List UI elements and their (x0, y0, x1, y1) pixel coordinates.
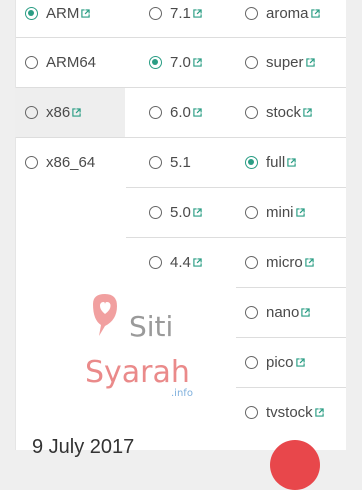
option-label: mini (266, 204, 294, 221)
option-variant-nano[interactable]: nano (245, 288, 345, 337)
radio-selected-icon[interactable] (245, 156, 258, 169)
radio-icon[interactable] (245, 206, 258, 219)
external-link-icon[interactable] (193, 58, 202, 67)
option-android-5-1[interactable]: 5.1 (149, 138, 235, 187)
floating-action-button[interactable] (270, 440, 320, 490)
option-label: 4.4 (170, 254, 191, 271)
card-edge (15, 0, 16, 450)
option-android-7-0[interactable]: 7.0 (149, 38, 235, 87)
option-label: micro (266, 254, 303, 271)
svg-text:Syarah: Syarah (85, 355, 190, 390)
option-label: 7.0 (170, 54, 191, 71)
external-link-icon[interactable] (310, 9, 320, 18)
option-label: nano (266, 304, 300, 321)
external-link-icon[interactable] (287, 158, 296, 167)
external-link-icon[interactable] (193, 108, 202, 117)
post-date: 9 July 2017 (32, 436, 135, 458)
radio-icon[interactable] (245, 7, 258, 20)
radio-icon[interactable] (245, 356, 258, 369)
radio-icon[interactable] (245, 106, 258, 119)
radio-selected-icon[interactable] (25, 7, 38, 20)
radio-icon[interactable] (245, 406, 258, 419)
option-label: super (266, 54, 304, 71)
option-arch-x86-64[interactable]: x86_64 (25, 138, 125, 187)
option-android-4-4[interactable]: 4.4 (149, 238, 235, 287)
external-link-icon[interactable] (304, 258, 314, 267)
option-label: aroma (266, 5, 309, 22)
option-label: 5.1 (170, 154, 191, 171)
option-label: pico (266, 354, 294, 371)
radio-icon[interactable] (245, 306, 258, 319)
option-android-6-0[interactable]: 6.0 (149, 88, 235, 137)
external-link-icon[interactable] (295, 358, 305, 367)
option-label: ARM (46, 5, 80, 22)
option-label: 5.0 (170, 204, 191, 221)
radio-icon[interactable] (149, 106, 162, 119)
svg-text:.info: .info (171, 388, 193, 399)
radio-icon[interactable] (25, 106, 38, 119)
watermark-logo: Siti Syarah .info (85, 294, 193, 399)
radio-icon[interactable] (245, 56, 258, 69)
radio-icon[interactable] (25, 56, 38, 69)
option-label: stock (266, 104, 302, 121)
radio-icon[interactable] (149, 256, 162, 269)
radio-icon[interactable] (149, 156, 162, 169)
option-label: 7.1 (170, 5, 191, 22)
option-label: full (266, 154, 286, 171)
options-card: ARM ARM64 x86 x86_64 7.1 7.0 6.0 5.1 5.0 (15, 0, 346, 490)
option-variant-tvstock[interactable]: tvstock (245, 388, 345, 437)
option-variant-mini[interactable]: mini (245, 188, 345, 237)
radio-icon[interactable] (25, 156, 38, 169)
option-label: x86 (46, 104, 71, 121)
option-arch-arm[interactable]: ARM (25, 0, 125, 38)
option-variant-micro[interactable]: micro (245, 238, 345, 287)
option-variant-pico[interactable]: pico (245, 338, 345, 387)
external-link-icon[interactable] (193, 208, 202, 217)
external-link-icon[interactable] (72, 108, 81, 117)
svg-text:Siti: Siti (129, 310, 173, 343)
option-arch-x86[interactable]: x86 (15, 88, 125, 137)
option-android-5-0[interactable]: 5.0 (149, 188, 235, 237)
external-link-icon[interactable] (303, 108, 312, 117)
option-label: x86_64 (46, 154, 96, 171)
external-link-icon[interactable] (315, 408, 324, 417)
option-variant-full[interactable]: full (245, 138, 345, 187)
external-link-icon[interactable] (305, 58, 315, 67)
external-link-icon[interactable] (193, 258, 202, 267)
external-link-icon[interactable] (193, 9, 202, 18)
radio-selected-icon[interactable] (149, 56, 162, 69)
radio-icon[interactable] (149, 7, 162, 20)
option-label: ARM64 (46, 54, 97, 71)
option-label: 6.0 (170, 104, 191, 121)
option-variant-aroma[interactable]: aroma (245, 0, 345, 38)
option-label: tvstock (266, 404, 313, 421)
option-variant-stock[interactable]: stock (245, 88, 345, 137)
option-android-7-1[interactable]: 7.1 (149, 0, 235, 38)
radio-icon[interactable] (245, 256, 258, 269)
option-variant-super[interactable]: super (245, 38, 345, 87)
option-arch-arm64[interactable]: ARM64 (25, 38, 125, 87)
external-link-icon[interactable] (81, 9, 91, 18)
radio-icon[interactable] (149, 206, 162, 219)
external-link-icon[interactable] (301, 308, 311, 317)
external-link-icon[interactable] (295, 208, 305, 217)
